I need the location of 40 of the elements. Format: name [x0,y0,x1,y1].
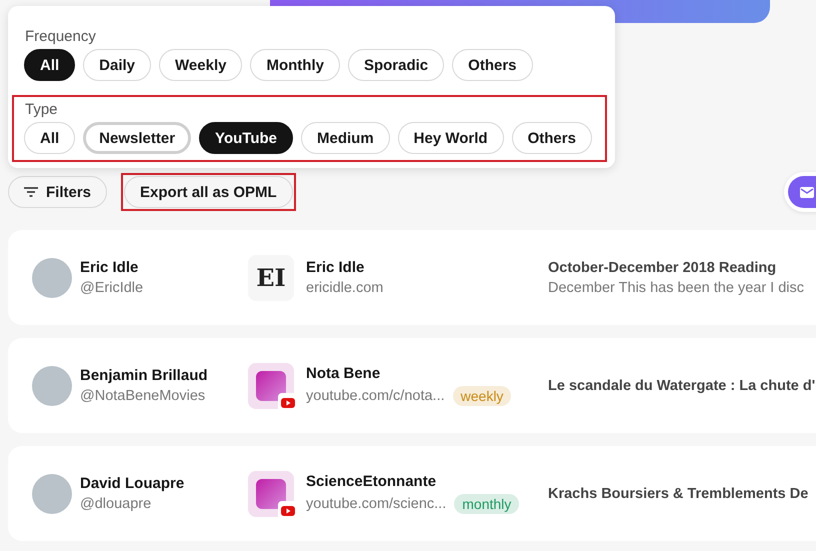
source-title: Eric Idle [306,259,366,276]
source-title: Nota Bene [306,365,382,382]
filter-label: Type [25,101,58,118]
source-title: ScienceEtonnante [306,473,438,490]
post-title: Krachs Boursiers & Tremblements De [548,486,808,502]
author-name: David Louapre [80,475,186,492]
avatar-placeholder [32,474,72,514]
post-excerpt: December This has been the year I disc [548,280,804,296]
avatar-placeholder [32,366,72,406]
mail-icon [800,186,814,198]
author-name: Eric Idle [80,259,140,276]
source-url: ericidle.com [306,280,384,296]
export-button[interactable]: Export all as OPML [124,176,293,208]
author-handle: @EricIdle [80,280,144,296]
filter-chip[interactable]: Sporadic [348,49,444,81]
filter-chip[interactable]: YouTube [199,122,293,154]
author-handle: @NotaBeneMovies [80,388,206,404]
filter-chip[interactable]: Daily [83,49,152,81]
filter-chip[interactable]: Monthly [250,49,340,81]
filter-chip[interactable]: Others [452,49,533,81]
filter-chip[interactable]: All [24,49,76,81]
post-title: Le scandale du Watergate : La chute d' [548,378,816,394]
filter-chip[interactable]: Weekly [159,49,242,81]
filter-chip[interactable]: Newsletter [83,122,192,154]
filters-button[interactable]: Filters [8,176,108,208]
avatar-placeholder [32,258,72,298]
author-handle: @dlouapre [80,496,152,512]
frequency-tag: weekly [452,386,512,406]
filter-chip[interactable]: Others [512,122,592,154]
source-logo: EI [248,254,294,300]
post-title: October-December 2018 Reading [548,260,778,276]
source-url: youtube.com/c/nota... [306,388,445,404]
filter-chip[interactable]: Medium [300,122,390,154]
author-name: Benjamin Brillaud [80,367,209,384]
frequency-tag: monthly [454,494,520,514]
source-url: youtube.com/scienc... [306,496,446,512]
filter-label: Frequency [25,28,96,45]
filter-icon [24,187,38,197]
filter-chip[interactable]: Hey World [398,122,504,154]
filter-chip[interactable]: All [24,122,76,154]
